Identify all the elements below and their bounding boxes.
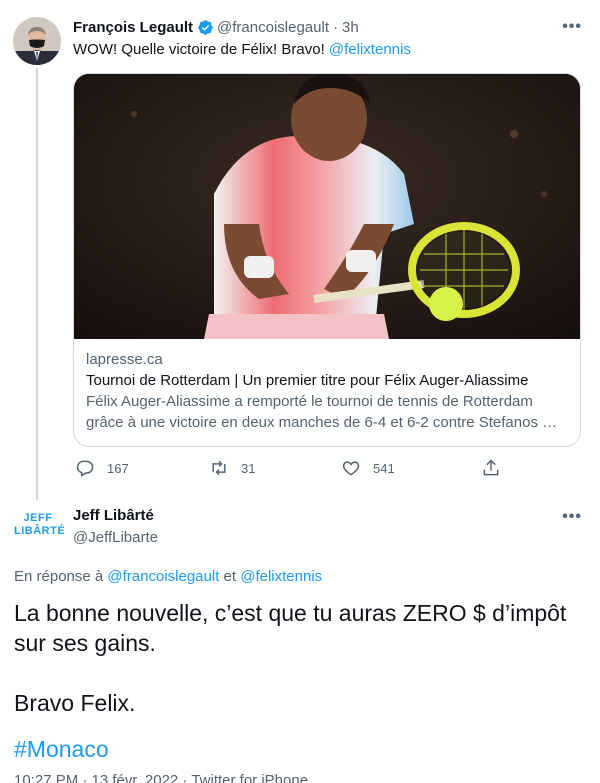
reply-and: et bbox=[219, 568, 241, 585]
tweet-actions: 167 31 541 bbox=[73, 458, 513, 482]
link-card[interactable]: lapresse.ca Tournoi de Rotterdam | Un pr… bbox=[73, 73, 581, 447]
tweet-timestamp-footer: 10:27 PM · 13 févr. 2022 · Twitter for i… bbox=[14, 772, 309, 783]
share-button[interactable] bbox=[481, 458, 513, 478]
author-name[interactable]: Jeff Libârté bbox=[73, 507, 154, 524]
reply-button[interactable]: 167 bbox=[75, 458, 129, 478]
logo-line-2: LIBÂRTÉ bbox=[14, 525, 66, 537]
tweet-text-body: WOW! Quelle victoire de Félix! Bravo! bbox=[73, 41, 329, 58]
author-name[interactable]: François Legault bbox=[73, 19, 193, 36]
author-handle[interactable]: @JeffLibarte bbox=[73, 529, 158, 546]
heart-icon bbox=[342, 461, 360, 476]
retweet-icon bbox=[212, 460, 226, 476]
avatar[interactable] bbox=[13, 17, 61, 65]
reply-mention-link[interactable]: @felixtennis bbox=[240, 568, 322, 585]
card-image bbox=[74, 74, 580, 339]
like-button[interactable]: 541 bbox=[341, 458, 395, 478]
timestamp[interactable]: 3h bbox=[342, 19, 359, 36]
card-body: lapresse.ca Tournoi de Rotterdam | Un pr… bbox=[74, 339, 580, 443]
more-options-icon[interactable]: ••• bbox=[562, 18, 582, 36]
separator-dot: · bbox=[332, 18, 338, 36]
card-domain: lapresse.ca bbox=[86, 351, 163, 368]
more-options-icon[interactable]: ••• bbox=[562, 508, 582, 526]
card-description: Félix Auger-Aliassime a remporté le tour… bbox=[86, 393, 558, 431]
tweet-header: François Legault @francoislegault · 3h bbox=[73, 17, 359, 37]
retweet-count: 31 bbox=[241, 460, 256, 476]
mention-link[interactable]: @felixtennis bbox=[329, 41, 411, 58]
logo-line-1: JEFF bbox=[23, 512, 53, 524]
reply-prefix: En réponse à bbox=[14, 568, 108, 585]
tweet-text: WOW! Quelle victoire de Félix! Bravo! @f… bbox=[73, 40, 411, 60]
verified-badge-icon bbox=[198, 19, 213, 35]
thread-connector-line bbox=[36, 68, 38, 500]
tweet-paragraph: Bravo Felix. bbox=[14, 690, 136, 716]
tweet-paragraph: La bonne nouvelle, c’est que tu auras ZE… bbox=[14, 600, 567, 656]
reply-count: 167 bbox=[107, 460, 129, 476]
author-handle[interactable]: @francoislegault bbox=[217, 19, 329, 36]
avatar[interactable]: JEFF LIBÂRTÉ bbox=[14, 512, 66, 542]
retweet-button[interactable]: 31 bbox=[209, 458, 255, 478]
hashtag-link[interactable]: #Monaco bbox=[14, 734, 109, 764]
like-count: 541 bbox=[373, 460, 395, 476]
reply-mention-link[interactable]: @francoislegault bbox=[107, 568, 219, 585]
share-icon bbox=[483, 459, 499, 476]
reply-context: En réponse à @francoislegault et @felixt… bbox=[14, 568, 322, 585]
tweet-text: La bonne nouvelle, c’est que tu auras ZE… bbox=[14, 598, 594, 748]
reply-icon bbox=[76, 460, 94, 477]
card-title: Tournoi de Rotterdam | Un premier titre … bbox=[86, 372, 529, 389]
